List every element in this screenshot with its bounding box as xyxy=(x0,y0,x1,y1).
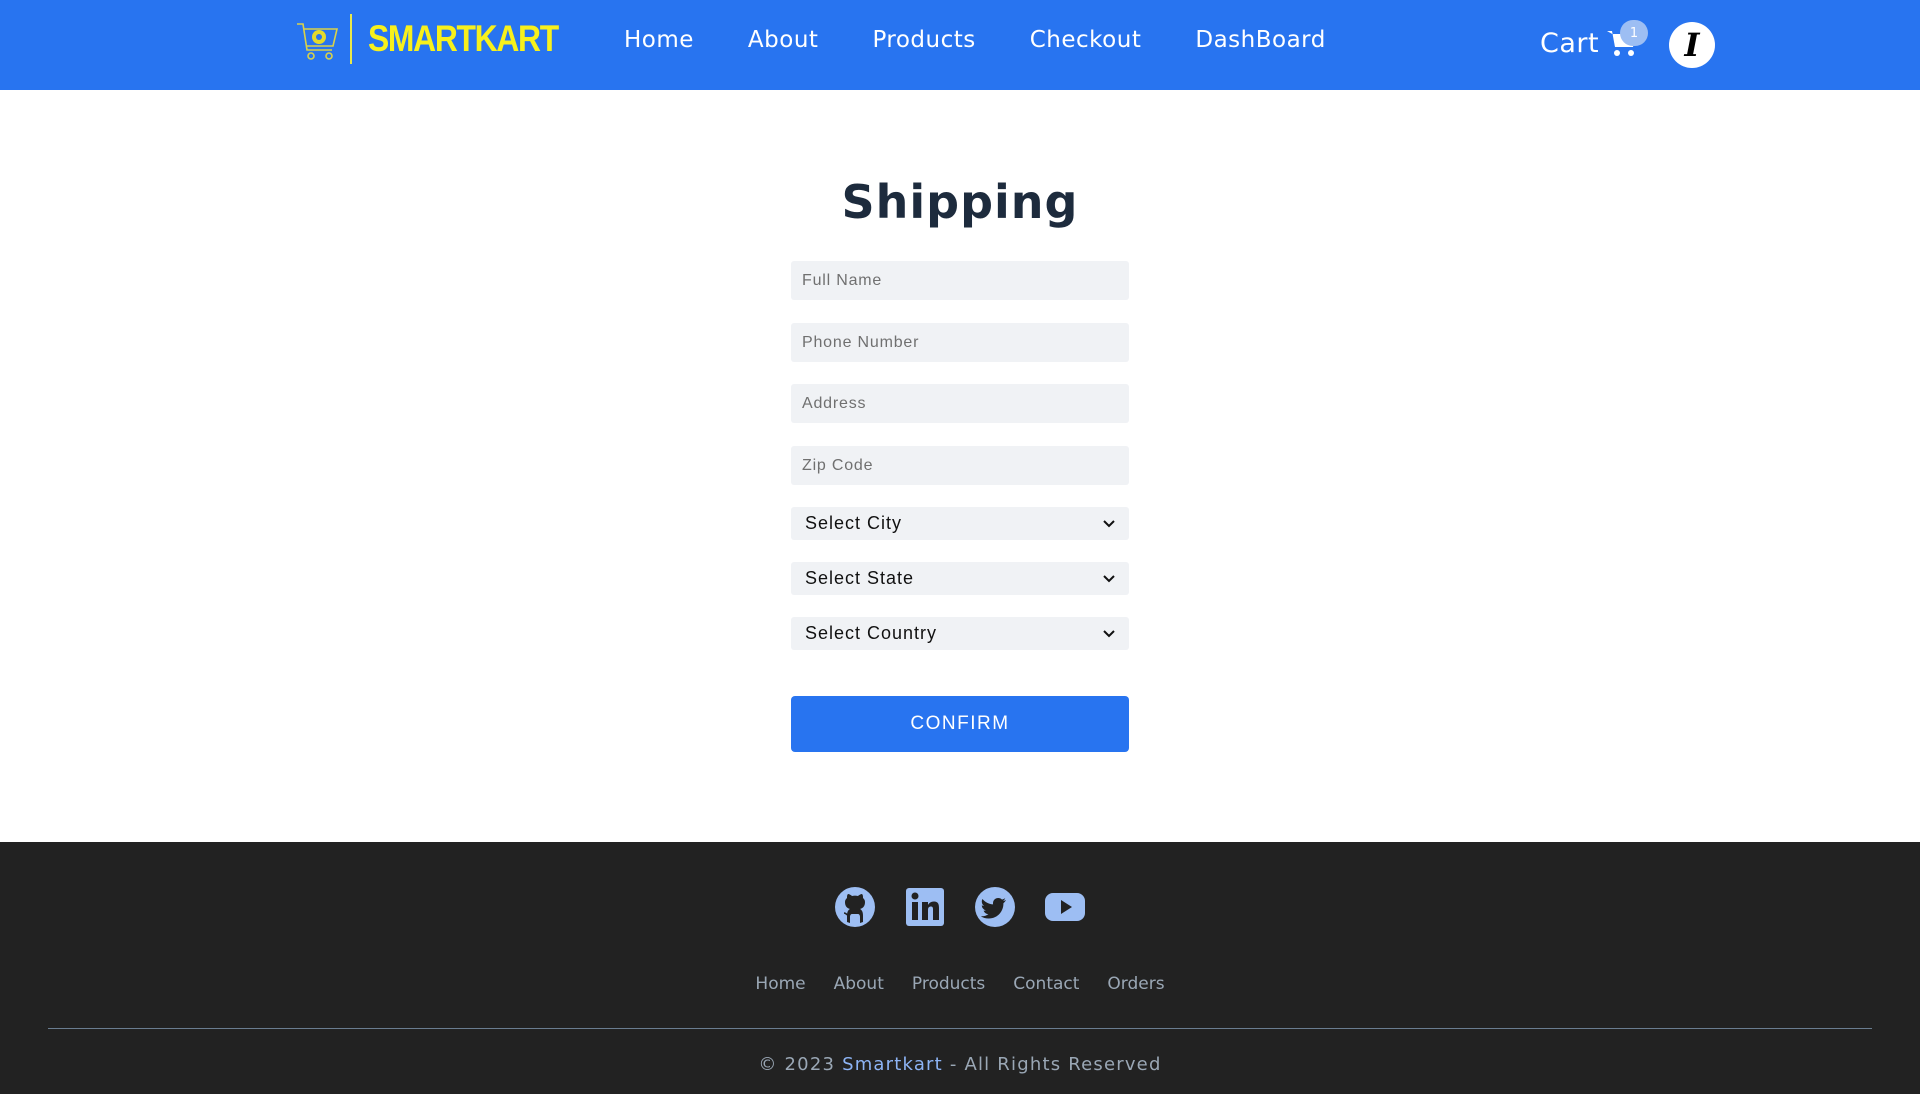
twitter-icon xyxy=(975,887,1015,927)
footer-link-home[interactable]: Home xyxy=(755,974,805,994)
linkedin-icon xyxy=(906,888,944,926)
cart-label: Cart xyxy=(1540,28,1600,59)
navbar: SMARTKART Home About Products Checkout D… xyxy=(0,0,1920,90)
state-select[interactable]: Select State xyxy=(791,562,1129,595)
country-select-label: Select Country xyxy=(805,623,938,643)
twitter-link[interactable] xyxy=(974,886,1016,928)
nav-link-about[interactable]: About xyxy=(748,27,819,53)
copyright-brand: Smartkart xyxy=(842,1054,943,1075)
brand-name: SMARTKART xyxy=(368,18,559,59)
nav-link-home[interactable]: Home xyxy=(624,27,694,53)
nav-link-products[interactable]: Products xyxy=(872,27,975,53)
github-icon xyxy=(835,887,875,927)
footer-link-products[interactable]: Products xyxy=(912,974,985,994)
zip-code-input[interactable] xyxy=(791,446,1129,485)
cart-count-badge: 1 xyxy=(1620,20,1648,46)
nav-links: Home About Products Checkout DashBoard xyxy=(624,27,1380,53)
footer-links: Home About Products Contact Orders xyxy=(0,974,1920,994)
shopping-cart-logo-icon xyxy=(297,23,339,60)
footer: Home About Products Contact Orders © 202… xyxy=(0,842,1920,1094)
page-title: Shipping xyxy=(841,175,1079,229)
chevron-down-icon xyxy=(1103,574,1115,582)
youtube-icon xyxy=(1045,893,1085,921)
city-select[interactable]: Select City xyxy=(791,507,1129,540)
linkedin-link[interactable] xyxy=(904,886,946,928)
nav-link-dashboard[interactable]: DashBoard xyxy=(1195,27,1325,53)
chevron-down-icon xyxy=(1103,629,1115,637)
copyright: © 2023 Smartkart - All Rights Reserved xyxy=(0,1054,1920,1075)
address-input[interactable] xyxy=(791,384,1129,423)
copyright-suffix: - All Rights Reserved xyxy=(949,1054,1162,1075)
phone-number-input[interactable] xyxy=(791,323,1129,362)
footer-link-about[interactable]: About xyxy=(834,974,884,994)
full-name-input[interactable] xyxy=(791,261,1129,300)
copyright-prefix: © 2023 xyxy=(758,1054,836,1075)
brand-logo[interactable]: SMARTKART xyxy=(296,14,589,64)
avatar-letter: I xyxy=(1684,26,1700,64)
youtube-link[interactable] xyxy=(1044,886,1086,928)
confirm-button[interactable]: CONFIRM xyxy=(791,696,1129,752)
country-select[interactable]: Select Country xyxy=(791,617,1129,650)
footer-divider xyxy=(48,1028,1872,1029)
github-link[interactable] xyxy=(834,886,876,928)
user-avatar[interactable]: I xyxy=(1669,22,1715,68)
city-select-label: Select City xyxy=(805,513,903,533)
footer-link-contact[interactable]: Contact xyxy=(1013,974,1079,994)
nav-link-checkout[interactable]: Checkout xyxy=(1030,27,1142,53)
logo-divider xyxy=(350,14,352,64)
chevron-down-icon xyxy=(1103,519,1115,527)
social-links xyxy=(834,886,1114,928)
state-select-label: Select State xyxy=(805,568,915,588)
footer-link-orders[interactable]: Orders xyxy=(1107,974,1164,994)
